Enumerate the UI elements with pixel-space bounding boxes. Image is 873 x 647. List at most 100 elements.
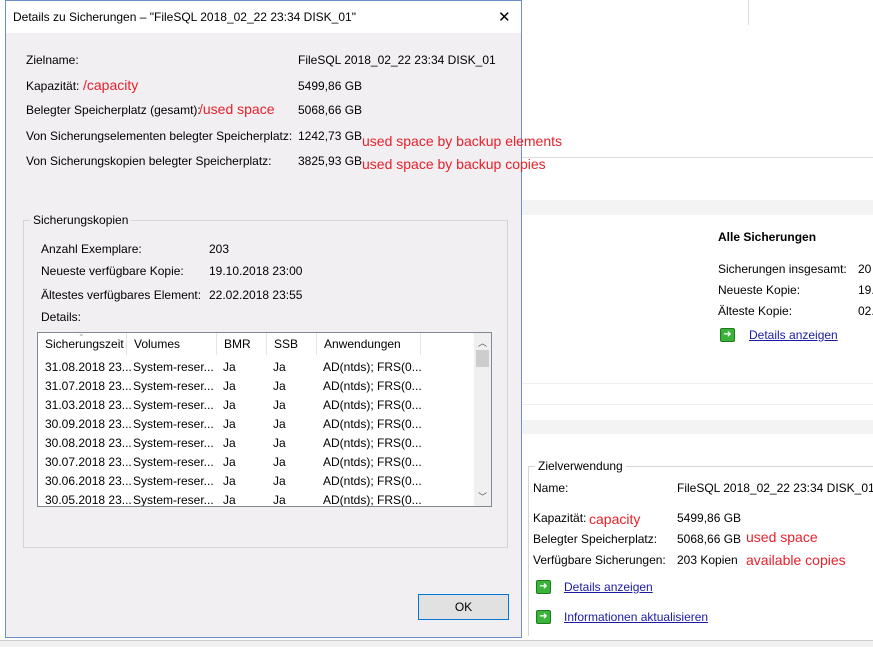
table-cell: AD(ntds); FRS(0... bbox=[323, 436, 422, 450]
field-value: 19. bbox=[858, 283, 873, 297]
table-row[interactable]: 30.06.2018 23... System-reser... Ja Ja AD(nt… bbox=[38, 472, 475, 491]
table-cell: Ja bbox=[273, 455, 286, 469]
status-bar bbox=[0, 640, 873, 647]
dialog-title: Details zu Sicherungen – "FileSQL 2018_0… bbox=[13, 10, 356, 24]
table-cell: Ja bbox=[273, 493, 286, 507]
close-icon[interactable]: ✕ bbox=[498, 8, 511, 26]
table-cell: 30.09.2018 23... bbox=[45, 417, 132, 431]
scroll-up-icon[interactable]: ︿ bbox=[478, 336, 487, 349]
annotation: capacity bbox=[589, 511, 641, 527]
table-row[interactable]: 30.07.2018 23... System-reser... Ja Ja AD(nt… bbox=[38, 453, 475, 472]
field-label: Sicherungen insgesamt: bbox=[718, 262, 847, 276]
group-title: Zielverwendung bbox=[535, 459, 626, 473]
title-bar: Details zu Sicherungen – "FileSQL 2018_0… bbox=[6, 1, 521, 33]
details-label: Details: bbox=[41, 310, 82, 324]
table-cell: AD(ntds); FRS(0... bbox=[323, 455, 422, 469]
table-cell: AD(ntds); FRS(0... bbox=[323, 417, 422, 431]
table-cell: System-reser... bbox=[133, 417, 214, 431]
field-label: Verfügbare Sicherungen: bbox=[533, 553, 666, 567]
field-value: 5499,86 GB bbox=[298, 79, 363, 93]
table-cell: 31.08.2018 23... bbox=[45, 360, 132, 374]
sort-chevron-icon: ⌄ bbox=[78, 332, 85, 338]
column-header-apps[interactable]: Anwendungen bbox=[317, 333, 421, 355]
table-cell: System-reser... bbox=[133, 360, 214, 374]
table-cell: 31.07.2018 23... bbox=[45, 379, 132, 393]
table-cell: AD(ntds); FRS(0... bbox=[323, 379, 422, 393]
table-cell: Ja bbox=[223, 417, 236, 431]
table-cell: Ja bbox=[223, 379, 236, 393]
annotation: used space bbox=[746, 529, 818, 545]
annotation: /used space bbox=[199, 101, 275, 117]
field-value: 203 bbox=[209, 242, 230, 256]
column-header-volumes[interactable]: Volumes bbox=[127, 333, 217, 355]
field-label: Von Sicherungselementen belegter Speiche… bbox=[26, 129, 293, 143]
field-value: FileSQL 2018_02_22 23:34 DISK_01 bbox=[298, 53, 496, 67]
all-backups-title: Alle Sicherungen bbox=[718, 230, 817, 244]
field-label: Belegter Speicherplatz: bbox=[533, 532, 658, 546]
table-row[interactable]: 31.03.2018 23... System-reser... Ja Ja AD(nt… bbox=[38, 396, 475, 415]
details-link[interactable]: Details anzeigen bbox=[749, 328, 838, 342]
scroll-thumb[interactable] bbox=[476, 350, 489, 367]
field-label: Anzahl Exemplare: bbox=[41, 242, 142, 256]
field-value: 5068,66 GB bbox=[298, 103, 363, 117]
ok-button[interactable]: OK bbox=[418, 594, 509, 620]
table-row[interactable]: 31.08.2018 23... System-reser... Ja Ja AD(nt… bbox=[38, 358, 475, 377]
table-cell: System-reser... bbox=[133, 455, 214, 469]
refresh-info-link[interactable]: Informationen aktualisieren bbox=[564, 610, 708, 624]
column-header-ssb[interactable]: SSB bbox=[267, 333, 317, 355]
scrollbar[interactable]: ︿ ﹀ bbox=[474, 333, 491, 506]
field-label: Von Sicherungskopien belegter Speicherpl… bbox=[26, 154, 272, 168]
table-cell: AD(ntds); FRS(0... bbox=[323, 493, 422, 507]
field-label: Kapazität: bbox=[26, 79, 80, 93]
field-label: Neueste Kopie: bbox=[718, 283, 801, 297]
table-row[interactable]: 30.08.2018 23... System-reser... Ja Ja AD(nt… bbox=[38, 434, 475, 453]
table-cell: Ja bbox=[273, 379, 286, 393]
table-cell: System-reser... bbox=[133, 398, 214, 412]
table-cell: Ja bbox=[223, 493, 236, 507]
section-band bbox=[522, 200, 873, 215]
details-link[interactable]: Details anzeigen bbox=[564, 580, 653, 594]
annotation: /capacity bbox=[83, 77, 139, 93]
table-cell: Ja bbox=[273, 398, 286, 412]
annotation: available copies bbox=[746, 552, 846, 568]
scroll-down-icon[interactable]: ﹀ bbox=[478, 490, 487, 503]
table-cell: System-reser... bbox=[133, 379, 214, 393]
field-value: 22.02.2018 23:55 bbox=[209, 288, 303, 302]
divider bbox=[748, 0, 749, 25]
field-value: 1242,73 GB bbox=[298, 129, 363, 143]
annotation: used space by backup copies bbox=[362, 156, 546, 172]
table-cell: Ja bbox=[273, 417, 286, 431]
table-cell: Ja bbox=[223, 398, 236, 412]
table-cell: AD(ntds); FRS(0... bbox=[323, 398, 422, 412]
field-label: Ältestes verfügbares Element: bbox=[41, 288, 202, 302]
field-label: Kapazität: bbox=[533, 511, 587, 525]
table-cell: System-reser... bbox=[133, 436, 214, 450]
annotation: used space by backup elements bbox=[362, 133, 563, 149]
arrow-right-icon: ➜ bbox=[720, 328, 735, 342]
table-row[interactable]: 31.07.2018 23... System-reser... Ja Ja AD(nt… bbox=[38, 377, 475, 396]
field-value: 02. bbox=[858, 304, 873, 318]
table-cell: 30.05.2018 23... bbox=[45, 493, 132, 507]
backup-details-dialog: Details zu Sicherungen – "FileSQL 2018_0… bbox=[5, 0, 562, 638]
table-row[interactable]: 30.05.2018 23... System-reser... Ja Ja AD(nt… bbox=[38, 491, 475, 507]
divider bbox=[522, 157, 873, 158]
field-value: 5068,66 GB bbox=[677, 532, 742, 546]
table-cell: AD(ntds); FRS(0... bbox=[323, 474, 422, 488]
column-header-bmr[interactable]: BMR bbox=[217, 333, 267, 355]
table-cell: Ja bbox=[223, 360, 236, 374]
group-title: Sicherungskopien bbox=[30, 213, 132, 227]
table-row[interactable]: 30.09.2018 23... System-reser... Ja Ja AD(nt… bbox=[38, 415, 475, 434]
field-label: Belegter Speicherplatz (gesamt): bbox=[26, 103, 201, 117]
field-value: FileSQL 2018_02_22 23:34 DISK_01 bbox=[677, 481, 873, 495]
table-cell: Ja bbox=[223, 455, 236, 469]
table-cell: Ja bbox=[273, 474, 286, 488]
field-value: 3825,93 GB bbox=[298, 154, 363, 168]
section-band bbox=[522, 404, 873, 405]
backup-list[interactable]: Sicherungszeit ⌄ Volumes BMR SSB Anwendu… bbox=[37, 332, 492, 507]
field-label: Neueste verfügbare Kopie: bbox=[41, 264, 184, 278]
table-cell: 30.06.2018 23... bbox=[45, 474, 132, 488]
table-cell: System-reser... bbox=[133, 493, 214, 507]
arrow-right-icon: ➜ bbox=[536, 580, 551, 594]
field-value: 19.10.2018 23:00 bbox=[209, 264, 303, 278]
field-value: 20 bbox=[858, 262, 872, 276]
